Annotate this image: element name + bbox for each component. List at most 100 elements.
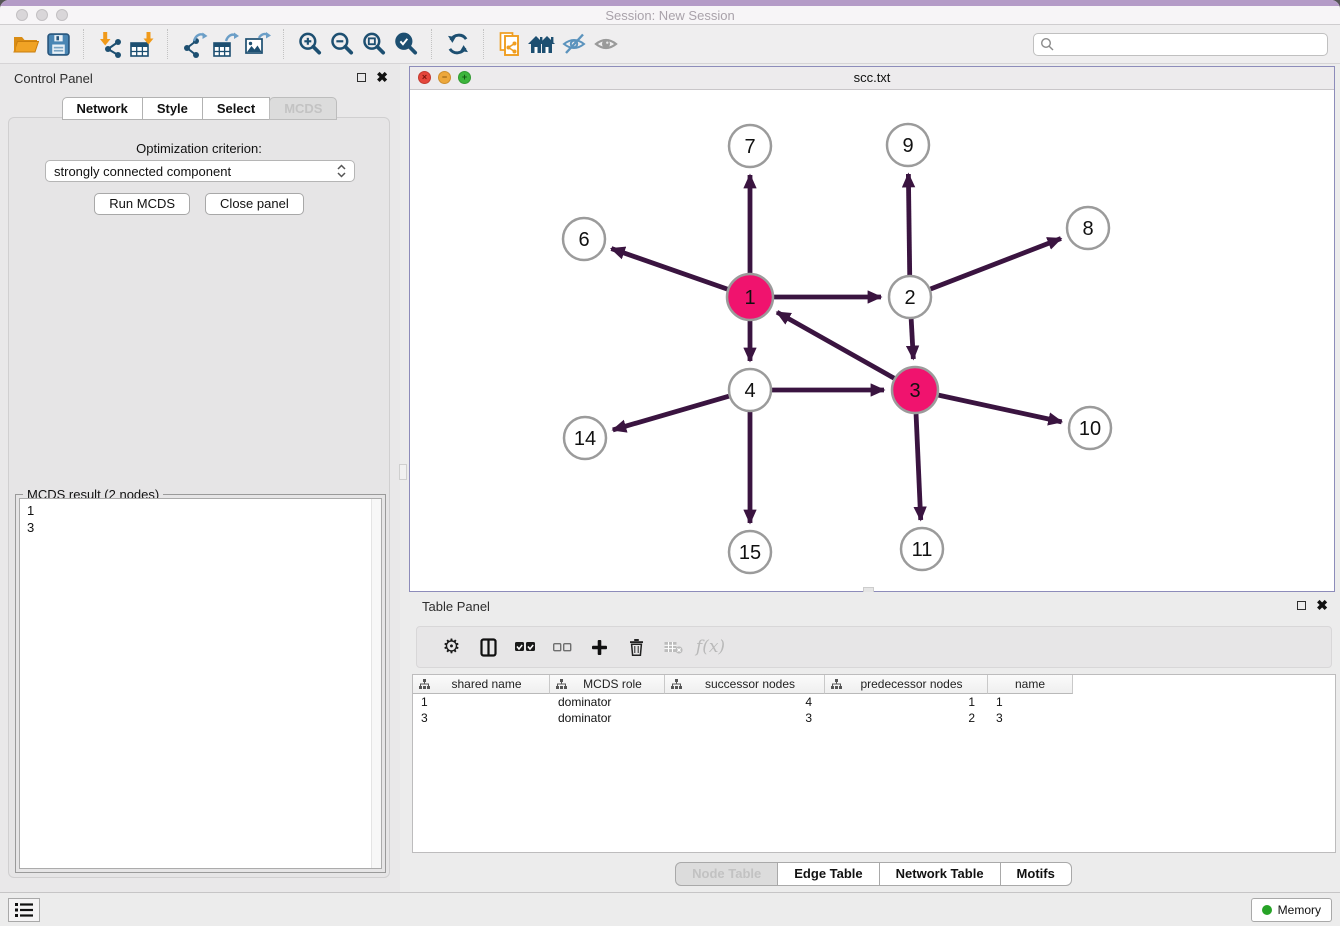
status-bar: Memory <box>0 892 1340 926</box>
criterion-select[interactable]: strongly connected component <box>45 160 355 182</box>
cell-name[interactable]: 1 <box>988 695 1073 709</box>
tab-edge-table[interactable]: Edge Table <box>777 862 879 886</box>
node-11[interactable]: 11 <box>901 528 943 570</box>
hide-selected-button[interactable] <box>558 28 590 60</box>
apply-layout-button[interactable] <box>442 28 474 60</box>
function-builder-button[interactable]: f(x) <box>692 631 729 663</box>
export-image-button[interactable] <box>242 28 274 60</box>
edge-3-10[interactable] <box>938 395 1061 422</box>
column-header-shared-name[interactable]: shared name <box>413 675 550 694</box>
open-session-button[interactable] <box>10 28 42 60</box>
tab-select[interactable]: Select <box>202 97 270 120</box>
zoom-out-button[interactable] <box>326 28 358 60</box>
close-panel-icon[interactable]: ✖ <box>376 71 388 83</box>
gear-icon: ⚙ <box>443 637 461 657</box>
import-table-button[interactable] <box>126 28 158 60</box>
node-9[interactable]: 9 <box>887 124 929 166</box>
search-input[interactable] <box>1058 36 1321 52</box>
frame-close-button[interactable]: × <box>418 71 431 84</box>
column-header-successor-nodes[interactable]: successor nodes <box>665 675 825 694</box>
table-row[interactable]: 3dominator323 <box>413 710 1335 726</box>
close-panel-button[interactable]: Close panel <box>205 193 304 215</box>
edge-2-9[interactable] <box>908 174 909 275</box>
frame-maximize-button[interactable]: + <box>458 71 471 84</box>
task-history-button[interactable] <box>8 898 40 922</box>
delete-row-button[interactable] <box>618 631 655 663</box>
edge-4-14[interactable] <box>613 396 729 430</box>
delete-table-button[interactable] <box>655 631 692 663</box>
toolbar-separator <box>431 29 433 59</box>
float-panel-icon[interactable] <box>357 73 366 82</box>
tab-network[interactable]: Network <box>62 97 143 120</box>
show-all-button[interactable] <box>590 28 622 60</box>
select-all-button[interactable] <box>507 631 544 663</box>
open-folder-icon <box>13 33 39 55</box>
add-row-button[interactable] <box>581 631 618 663</box>
column-header-mcds-role[interactable]: MCDS role <box>550 675 665 694</box>
edge-3-11[interactable] <box>916 414 921 520</box>
frame-minimize-button[interactable]: − <box>438 71 451 84</box>
edge-3-1[interactable] <box>777 312 894 378</box>
svg-text:6: 6 <box>578 229 589 251</box>
run-mcds-button[interactable]: Run MCDS <box>94 193 190 215</box>
column-settings-button[interactable]: ⚙ <box>433 631 470 663</box>
node-1[interactable]: 1 <box>727 274 773 320</box>
column-header-name[interactable]: name <box>988 675 1073 694</box>
clone-network-button[interactable] <box>494 28 526 60</box>
home-view-button[interactable] <box>526 28 558 60</box>
edge-1-6[interactable] <box>611 249 727 290</box>
cell-successor-nodes[interactable]: 4 <box>665 695 825 709</box>
tab-mcds[interactable]: MCDS <box>269 97 337 120</box>
search-box <box>1033 33 1328 56</box>
tab-motifs[interactable]: Motifs <box>1000 862 1072 886</box>
export-table-icon <box>212 31 240 58</box>
zoom-out-icon <box>329 31 355 57</box>
save-session-button[interactable] <box>42 28 74 60</box>
column-header-predecessor-nodes[interactable]: predecessor nodes <box>825 675 988 694</box>
zoom-in-icon <box>297 31 323 57</box>
node-6[interactable]: 6 <box>563 218 605 260</box>
node-10[interactable]: 10 <box>1069 407 1111 449</box>
node-7[interactable]: 7 <box>729 125 771 167</box>
node-15[interactable]: 15 <box>729 531 771 573</box>
cell-shared-name[interactable]: 1 <box>413 695 550 709</box>
deselect-all-button[interactable] <box>544 631 581 663</box>
node-14[interactable]: 14 <box>564 417 606 459</box>
cell-mcds-role[interactable]: dominator <box>550 695 665 709</box>
node-3[interactable]: 3 <box>892 367 938 413</box>
criterion-value: strongly connected component <box>54 164 337 179</box>
edge-2-3[interactable] <box>911 319 913 359</box>
column-browser-button[interactable] <box>470 631 507 663</box>
mcds-result-group: MCDS result (2 nodes) 13 <box>15 494 386 873</box>
cell-predecessor-nodes[interactable]: 2 <box>825 711 988 725</box>
svg-text:4: 4 <box>744 380 755 402</box>
close-table-panel-icon[interactable]: ✖ <box>1316 599 1328 611</box>
plus-icon <box>592 640 607 655</box>
zoom-fit-icon <box>361 31 387 57</box>
cell-predecessor-nodes[interactable]: 1 <box>825 695 988 709</box>
cell-successor-nodes[interactable]: 3 <box>665 711 825 725</box>
node-8[interactable]: 8 <box>1067 207 1109 249</box>
network-frame-titlebar[interactable]: × − + scc.txt <box>410 67 1334 90</box>
export-network-button[interactable] <box>178 28 210 60</box>
import-network-button[interactable] <box>94 28 126 60</box>
memory-button[interactable]: Memory <box>1251 898 1332 922</box>
tab-node-table[interactable]: Node Table <box>675 862 778 886</box>
zoom-fit-button[interactable] <box>358 28 390 60</box>
float-table-panel-icon[interactable] <box>1297 601 1306 610</box>
node-2[interactable]: 2 <box>889 276 931 318</box>
cell-shared-name[interactable]: 3 <box>413 711 550 725</box>
cell-mcds-role[interactable]: dominator <box>550 711 665 725</box>
list-icon <box>15 903 33 917</box>
panel-split-grip[interactable] <box>399 464 407 480</box>
node-4[interactable]: 4 <box>729 369 771 411</box>
zoom-in-button[interactable] <box>294 28 326 60</box>
zoom-selected-button[interactable] <box>390 28 422 60</box>
result-scrollbar[interactable] <box>371 499 381 868</box>
tab-style[interactable]: Style <box>142 97 203 120</box>
table-row[interactable]: 1dominator411 <box>413 694 1335 710</box>
export-table-button[interactable] <box>210 28 242 60</box>
edge-2-8[interactable] <box>931 238 1061 289</box>
tab-network-table[interactable]: Network Table <box>879 862 1001 886</box>
cell-name[interactable]: 3 <box>988 711 1073 725</box>
